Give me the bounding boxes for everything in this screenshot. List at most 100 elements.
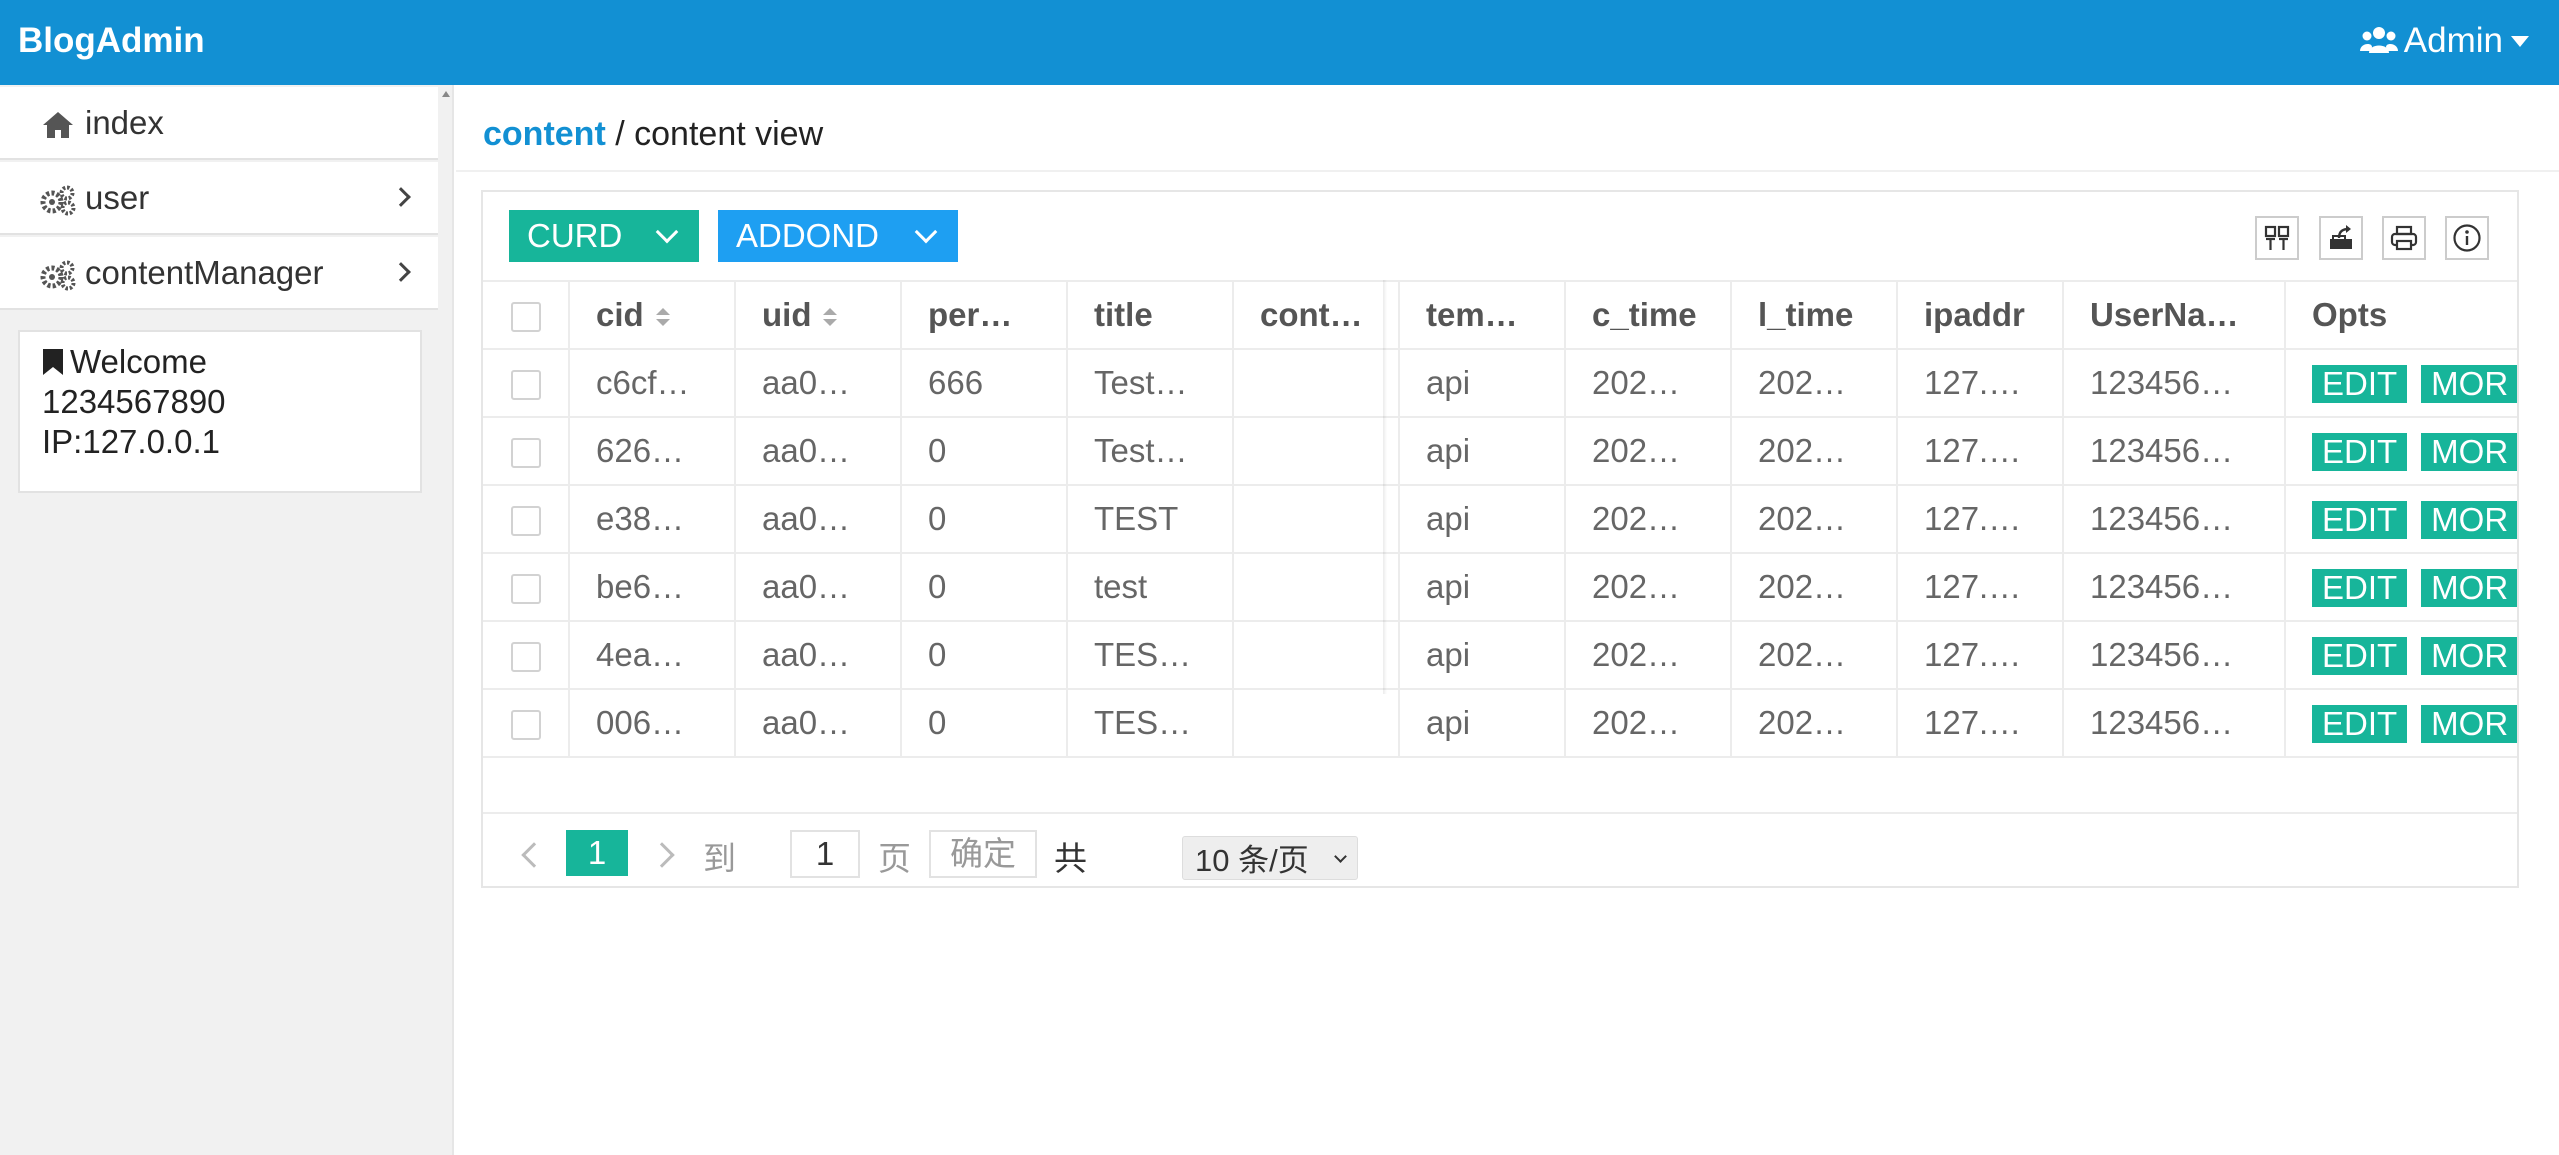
- welcome-card: Welcome 1234567890 IP:127.0.0.1: [18, 330, 422, 493]
- page-number-current[interactable]: 1: [566, 830, 628, 876]
- cell-title: Test…: [1066, 348, 1234, 418]
- column-header-l-time: l_time: [1730, 280, 1898, 350]
- info-button[interactable]: [2445, 216, 2489, 260]
- breadcrumb-link-content[interactable]: content: [483, 115, 606, 153]
- edit-button[interactable]: EDIT: [2312, 433, 2408, 472]
- cell-opts: EDIT MOR: [2284, 620, 2517, 690]
- row-checkbox[interactable]: [510, 370, 541, 401]
- table-row[interactable]: c6cf… aa0… 666 Test… api 202… 202… 127.… 123456……: [483, 348, 2517, 418]
- bookmark-icon: [43, 349, 63, 375]
- more-button[interactable]: MOR: [2421, 501, 2517, 540]
- cell-uid: aa0…: [734, 552, 902, 622]
- edit-button[interactable]: EDIT: [2312, 365, 2408, 404]
- info-icon: [2453, 224, 2481, 252]
- more-button[interactable]: MOR: [2421, 705, 2517, 744]
- sidebar-item-index[interactable]: index: [0, 87, 438, 160]
- edit-button[interactable]: EDIT: [2312, 705, 2408, 744]
- more-button[interactable]: MOR: [2421, 365, 2517, 404]
- table-row[interactable]: e38… aa0… 0 TEST api 202… 202… 127.… 123456… EDIT…: [483, 484, 2517, 554]
- export-button[interactable]: [2319, 216, 2363, 260]
- column-header-per: per…: [900, 280, 1068, 350]
- cell-cont: [1232, 552, 1400, 622]
- cell-username: 123456…: [2062, 620, 2286, 690]
- cell-uid: aa0…: [734, 620, 902, 690]
- admin-menu[interactable]: Admin: [2359, 20, 2529, 62]
- more-button[interactable]: MOR: [2421, 637, 2517, 676]
- row-select-cell: [483, 620, 570, 690]
- scroll-up-arrow-icon[interactable]: [442, 91, 450, 97]
- curd-dropdown-button[interactable]: CURD: [509, 210, 699, 262]
- breadcrumb: content / content view: [483, 113, 823, 155]
- more-button[interactable]: MOR: [2421, 433, 2517, 472]
- columns-icon: [2264, 225, 2290, 250]
- admin-label: Admin: [2403, 21, 2503, 60]
- cell-per: 0: [900, 620, 1068, 690]
- cell-tem: api: [1398, 552, 1566, 622]
- row-checkbox[interactable]: [510, 642, 541, 673]
- divider: [483, 812, 2517, 814]
- prev-page-icon[interactable]: [521, 842, 547, 868]
- sort-icon[interactable]: [823, 306, 838, 328]
- brand-logo[interactable]: BlogAdmin: [18, 20, 205, 62]
- table-header-row: cid uid per… title cont… tem… c_time l_t…: [483, 280, 2517, 350]
- sidebar-item-contentmanager[interactable]: contentManager: [0, 237, 438, 310]
- goto-suffix: 页: [878, 840, 911, 877]
- table-row[interactable]: 4ea… aa0… 0 TES… api 202… 202… 127.… 123456… EDIT…: [483, 620, 2517, 690]
- cell-tem: api: [1398, 348, 1566, 418]
- column-header-username: UserNa…: [2062, 280, 2286, 350]
- column-header-cid[interactable]: cid: [568, 280, 736, 350]
- addond-dropdown-button[interactable]: ADDOND: [718, 210, 958, 262]
- goto-prefix: 到第: [703, 840, 736, 877]
- edit-button[interactable]: EDIT: [2312, 637, 2408, 676]
- edit-button[interactable]: EDIT: [2312, 569, 2408, 608]
- next-page-icon[interactable]: [649, 842, 675, 868]
- cell-cid: c6cf…: [568, 348, 736, 418]
- more-button[interactable]: MOR: [2421, 569, 2517, 608]
- goto-page-input[interactable]: 1: [790, 830, 860, 878]
- cell-ipaddr: 127.…: [1896, 348, 2064, 418]
- cell-username: 123456…: [2062, 348, 2286, 418]
- cell-opts: EDIT MOR: [2284, 416, 2517, 486]
- welcome-account: 1234567890: [42, 383, 226, 420]
- cell-ipaddr: 127.…: [1896, 620, 2064, 690]
- row-checkbox[interactable]: [510, 574, 541, 605]
- print-icon: [2390, 225, 2418, 251]
- cell-ipaddr: 127.…: [1896, 688, 2064, 758]
- gears-icon: [40, 185, 76, 216]
- chevron-down-icon: [655, 220, 679, 244]
- sidebar-item-label: user: [85, 179, 150, 216]
- header-label: uid: [762, 296, 812, 333]
- cell-uid: aa0…: [734, 348, 902, 418]
- cell-opts: EDIT MOR: [2284, 348, 2517, 418]
- print-button[interactable]: [2382, 216, 2426, 260]
- row-checkbox[interactable]: [510, 506, 541, 537]
- column-header-uid[interactable]: uid: [734, 280, 902, 350]
- columns-button[interactable]: [2255, 216, 2299, 260]
- cell-cid: 006…: [568, 688, 736, 758]
- row-select-cell: [483, 484, 570, 554]
- cell-per: 0: [900, 484, 1068, 554]
- table-row[interactable]: be6… aa0… 0 test api 202… 202… 127.… 123456… EDIT…: [483, 552, 2517, 622]
- edit-button[interactable]: EDIT: [2312, 501, 2408, 540]
- cell-username: 123456…: [2062, 552, 2286, 622]
- cell-c-time: 202…: [1564, 416, 1732, 486]
- page-size-select[interactable]: 10 条/页: [1182, 836, 1358, 880]
- breadcrumb-separator: /: [615, 115, 625, 153]
- column-header-title: title: [1066, 280, 1234, 350]
- cell-l-time: 202…: [1730, 416, 1898, 486]
- goto-confirm-button[interactable]: 确定: [929, 830, 1037, 878]
- cell-tem: api: [1398, 484, 1566, 554]
- select-all-checkbox[interactable]: [510, 302, 541, 333]
- cell-c-time: 202…: [1564, 484, 1732, 554]
- export-icon: [2330, 225, 2352, 249]
- row-checkbox[interactable]: [510, 438, 541, 469]
- table-row[interactable]: 626… aa0… 0 Test… api 202… 202… 127.… 123456… EDI…: [483, 416, 2517, 486]
- table-row[interactable]: 006… aa0… 0 TES… api 202… 202… 127.… 123456… EDIT…: [483, 688, 2517, 758]
- cell-l-time: 202…: [1730, 688, 1898, 758]
- select-all-cell: [483, 280, 570, 350]
- sort-icon[interactable]: [655, 306, 670, 328]
- sidebar-item-user[interactable]: user: [0, 162, 438, 235]
- row-checkbox[interactable]: [510, 710, 541, 741]
- cell-title: TES…: [1066, 620, 1234, 690]
- cell-c-time: 202…: [1564, 688, 1732, 758]
